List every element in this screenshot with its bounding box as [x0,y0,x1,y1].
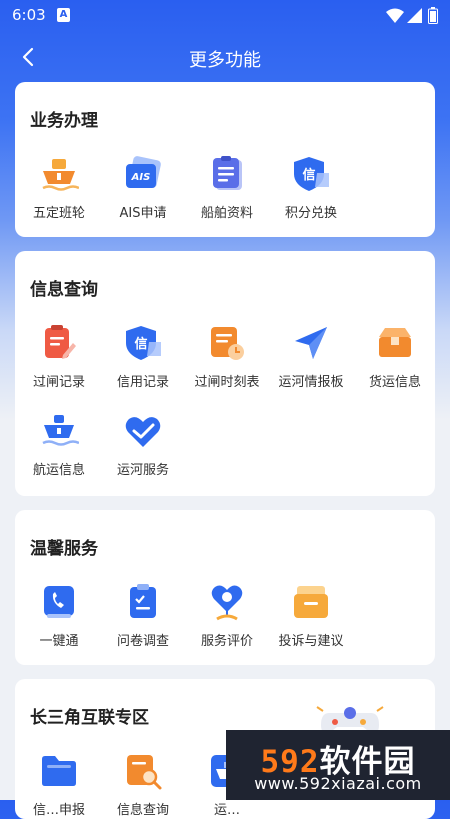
grid-item-one-click[interactable]: 一键通 [17,582,101,652]
grid-item-credit-declare[interactable]: 信…申报 [17,751,101,819]
site-watermark: 592软件园 www.592xiazai.com [226,730,450,800]
grid-item-vessel-data[interactable]: 船舶资料 [185,154,269,224]
grid-item-label: 船舶资料 [200,206,253,221]
survey-icon [130,584,156,618]
grid-item-label: 航运信息 [32,463,85,478]
grid-item-survey[interactable]: 问卷调查 [101,582,185,652]
grid-item-points-exchange[interactable]: 信 积分兑换 [269,154,353,224]
grid-item-service-rating[interactable]: 服务评价 [185,582,269,652]
credit-shield-icon: 信 [126,326,161,360]
grid-item-ais-application[interactable]: AIS AIS申请 [101,154,185,224]
section-card-info-query: 信息查询 过闸记录 信 信用记录 过闸时刻表 运河情报板 货运信息 航运信息 运… [15,251,435,496]
status-bar: 6:03 A [0,0,450,32]
grid-item-canal-service[interactable]: 运河服务 [101,411,185,481]
credit-icon-text: 信 [134,336,147,352]
grid-item-label: 积分兑换 [284,206,337,221]
ais-icon-text: AIS [131,172,151,183]
wifi-icon [386,8,404,23]
section-card-business: 业务办理 五定班轮 AIS AIS申请 船舶资料 信 积分兑换 [15,82,435,237]
battery-icon [428,7,438,24]
grid-item-label: 问卷调查 [116,634,169,649]
clipboard-icon [213,156,242,190]
grid-item-label: 投诉与建议 [278,634,344,649]
grid-item-label: 服务评价 [200,634,253,649]
grid-item-label: 过闸记录 [32,375,85,390]
grid-item-complaint-suggestion[interactable]: 投诉与建议 [269,582,353,652]
credit-shield-icon: 信 [294,157,329,191]
grid-item-lock-pass-record[interactable]: 过闸记录 [17,323,101,393]
grid-item-label: 信…申报 [32,803,85,818]
section-title: 业务办理 [30,111,98,131]
record-edit-icon [45,325,76,359]
search-doc-icon [127,755,162,790]
grid-item-label: 五定班轮 [32,206,85,221]
grid-item-canal-bulletin[interactable]: 运河情报板 [269,323,353,393]
schedule-clock-icon [211,327,244,360]
section-card-warm-service: 温馨服务 一键通 问卷调查 服务评价 投诉与建议 [15,510,435,665]
folder-icon [42,756,76,786]
section-title: 信息查询 [30,280,98,300]
grid-item-info-search[interactable]: 信息查询 [101,751,185,819]
grid-item-credit-record[interactable]: 信 信用记录 [101,323,185,393]
nav-bar: 更多功能 [0,35,450,79]
cargo-box-icon [379,328,411,357]
watermark-url: www.592xiazai.com [254,774,422,793]
grid-item-label: 信息查询 [116,803,169,818]
status-time: 6:03 [12,6,46,24]
grid-item-label: 运河情报板 [278,375,344,390]
credit-icon-text: 信 [302,167,315,183]
ais-icon: AIS [126,156,161,188]
grid-item-label: 信用记录 [116,375,169,390]
heart-hands-icon [125,417,161,447]
grid-item-label: 货运信息 [368,375,421,390]
section-title: 温馨服务 [30,539,98,559]
grid-item-label: AIS申请 [119,206,167,221]
paper-plane-icon [295,327,327,359]
phone-icon [44,586,74,618]
ship-wave-icon [42,415,79,446]
heart-pin-icon [211,585,243,621]
section-title: 长三角互联专区 [30,708,149,728]
grid-item-label: 一键通 [39,634,79,649]
grid-item-label: 运河服务 [116,463,169,478]
signal-icon [407,8,422,23]
grid-item-freight-info[interactable]: 货运信息 [353,323,435,393]
grid-item-label: 运… [213,803,240,818]
notification-a-icon: A [57,8,70,22]
grid-item-label: 过闸时刻表 [194,375,260,390]
grid-item-five-fixed-liner[interactable]: 五定班轮 [17,154,101,224]
ship-icon [42,159,79,191]
page-title: 更多功能 [189,50,261,71]
mailbox-icon [294,586,328,618]
grid-item-lock-timetable[interactable]: 过闸时刻表 [185,323,269,393]
grid-item-shipping-info[interactable]: 航运信息 [17,411,101,481]
